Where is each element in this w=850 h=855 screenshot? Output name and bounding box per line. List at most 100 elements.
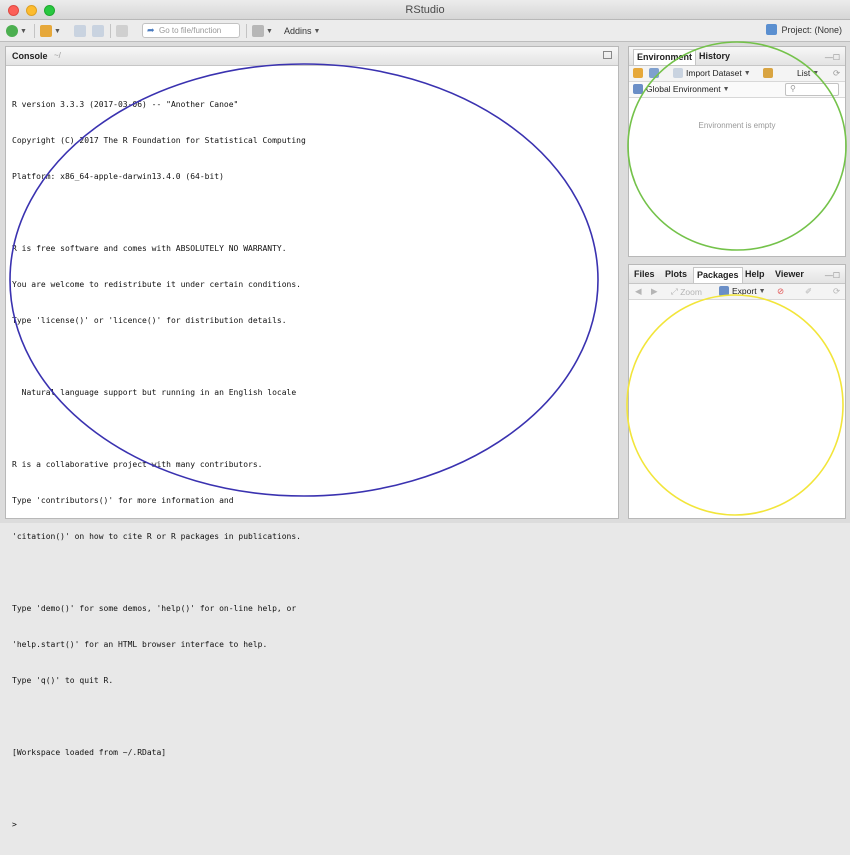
previous-plot-button[interactable]: ◀ [635, 286, 642, 297]
goto-file-function-input[interactable]: ➦ Go to file/function [142, 23, 240, 38]
chevron-down-icon: ▼ [20, 27, 27, 35]
remove-plot-button[interactable]: ⊘ [777, 286, 784, 297]
clear-workspace-button[interactable] [763, 68, 776, 78]
import-icon [673, 68, 683, 78]
save-workspace-button[interactable] [649, 68, 662, 78]
global-environment-menu[interactable]: Global Environment ▼ [633, 84, 730, 94]
list-view-menu[interactable]: List ▼ [797, 68, 819, 78]
save-icon [74, 25, 86, 37]
console-line: 'help.start()' for an HTML browser inter… [12, 640, 268, 649]
window-title: RStudio [405, 4, 445, 16]
save-all-icon [92, 25, 104, 37]
environment-pane: Environment History —☐ Import Dataset ▼ L… [628, 46, 846, 257]
console-pane: Console ~/ R version 3.3.3 (2017-03-06) … [5, 46, 619, 829]
tab-viewer[interactable]: Viewer [775, 269, 804, 279]
minimize-maximize-icon[interactable]: —☐ [825, 53, 840, 62]
refresh-button[interactable]: ⟳ [833, 286, 840, 297]
chevron-down-icon: ▼ [54, 27, 61, 35]
open-project-icon [40, 25, 52, 37]
tab-history[interactable]: History [699, 51, 730, 61]
clear-plots-button[interactable]: ✐ [805, 286, 812, 297]
project-icon [766, 24, 778, 35]
toolbar-divider [34, 24, 35, 38]
tab-plots[interactable]: Plots [665, 269, 687, 279]
zoom-label: Zoom [680, 286, 702, 297]
toolbar-divider [246, 24, 247, 38]
open-project-button[interactable]: ▼ [40, 24, 61, 38]
console-line: R is free software and comes with ABSOLU… [12, 244, 287, 253]
back-icon: ◀ [635, 286, 642, 296]
console-prompt[interactable]: > [12, 819, 612, 831]
console-line: Platform: x86_64-apple-darwin13.4.0 (64-… [12, 172, 224, 181]
environment-search-input[interactable]: ⚲ [785, 83, 839, 96]
global-environment-label: Global Environment [646, 84, 721, 94]
print-icon [116, 25, 128, 37]
minimize-maximize-icon[interactable]: —☐ [825, 271, 840, 280]
tab-files[interactable]: Files [634, 269, 655, 279]
import-dataset-label: Import Dataset [686, 68, 742, 78]
maximize-pane-button[interactable] [603, 51, 612, 59]
console-header: Console ~/ [6, 47, 618, 66]
save-icon [649, 68, 659, 78]
console-line: Natural language support but running in … [12, 388, 297, 397]
save-button[interactable] [74, 24, 86, 38]
chevron-down-icon: ▼ [743, 69, 751, 77]
console-line: R is a collaborative project with many c… [12, 460, 263, 469]
print-button[interactable] [116, 24, 128, 38]
console-line: 'citation()' on how to cite R or R packa… [12, 532, 301, 541]
export-label: Export [732, 286, 757, 296]
goto-placeholder: Go to file/function [159, 26, 222, 35]
main-toolbar: ▼ ▼ ➦ Go to file/function ▼ Addins ▼ Proj… [0, 20, 850, 42]
console-line: You are welcome to redistribute it under… [12, 280, 301, 289]
environment-header: Environment History —☐ [629, 47, 845, 66]
files-plots-header: Files Plots Packages Help Viewer —☐ [629, 265, 845, 284]
console-line: Copyright (C) 2017 The R Foundation for … [12, 136, 306, 145]
refresh-button[interactable]: ⟳ [833, 68, 840, 79]
chevron-down-icon: ▼ [722, 85, 730, 93]
toolbar-divider [110, 24, 111, 38]
workspace-panes-button[interactable]: ▼ [252, 24, 273, 38]
addins-label: Addins [284, 26, 312, 36]
refresh-icon: ⟳ [833, 68, 841, 78]
new-file-icon [6, 25, 18, 37]
tab-help[interactable]: Help [745, 269, 765, 279]
list-label: List [797, 68, 811, 78]
goto-arrow-icon: ➦ [147, 25, 155, 35]
title-bar: RStudio [0, 0, 850, 20]
environment-scope-bar: Global Environment ▼ ⚲ [629, 82, 845, 98]
save-all-button[interactable] [92, 24, 104, 38]
rstudio-window: RStudio ▼ ▼ ➦ Go to file/function ▼ Addi… [0, 0, 850, 829]
console-path[interactable]: ~/ [54, 51, 61, 60]
tab-environment[interactable]: Environment [633, 49, 697, 65]
zoom-button[interactable]: ⤢ Zoom [671, 286, 702, 297]
chevron-down-icon: ▼ [313, 27, 321, 35]
import-dataset-button[interactable]: Import Dataset ▼ [673, 68, 751, 78]
r-environment-icon [633, 84, 643, 94]
load-workspace-button[interactable] [633, 68, 646, 78]
console-line: [Workspace loaded from ~/.RData] [12, 748, 167, 757]
project-menu[interactable]: Project: (None) [766, 24, 842, 35]
environment-toolbar: Import Dataset ▼ List ▼ ⟳ [629, 66, 845, 82]
tab-packages[interactable]: Packages [693, 267, 743, 283]
export-menu[interactable]: Export ▼ [719, 286, 766, 296]
refresh-icon: ⟳ [833, 286, 841, 296]
console-line: Type 'license()' or 'licence()' for dist… [12, 316, 287, 325]
addins-menu[interactable]: Addins ▼ [284, 24, 320, 38]
console-line: R version 3.3.3 (2017-03-06) -- "Another… [12, 100, 239, 109]
chevron-down-icon: ▼ [758, 287, 766, 295]
zoom-icon: ⤢ [671, 286, 678, 296]
broom-icon [763, 68, 773, 78]
next-plot-button[interactable]: ▶ [651, 286, 658, 297]
new-file-button[interactable]: ▼ [6, 24, 27, 38]
console-line: Type 'contributors()' for more informati… [12, 496, 234, 505]
console-output[interactable]: R version 3.3.3 (2017-03-06) -- "Another… [12, 75, 612, 829]
console-line: Type 'demo()' for some demos, 'help()' f… [12, 604, 297, 613]
chevron-down-icon: ▼ [266, 27, 273, 35]
chevron-down-icon: ▼ [812, 69, 820, 77]
project-label: Project: (None) [781, 24, 842, 35]
